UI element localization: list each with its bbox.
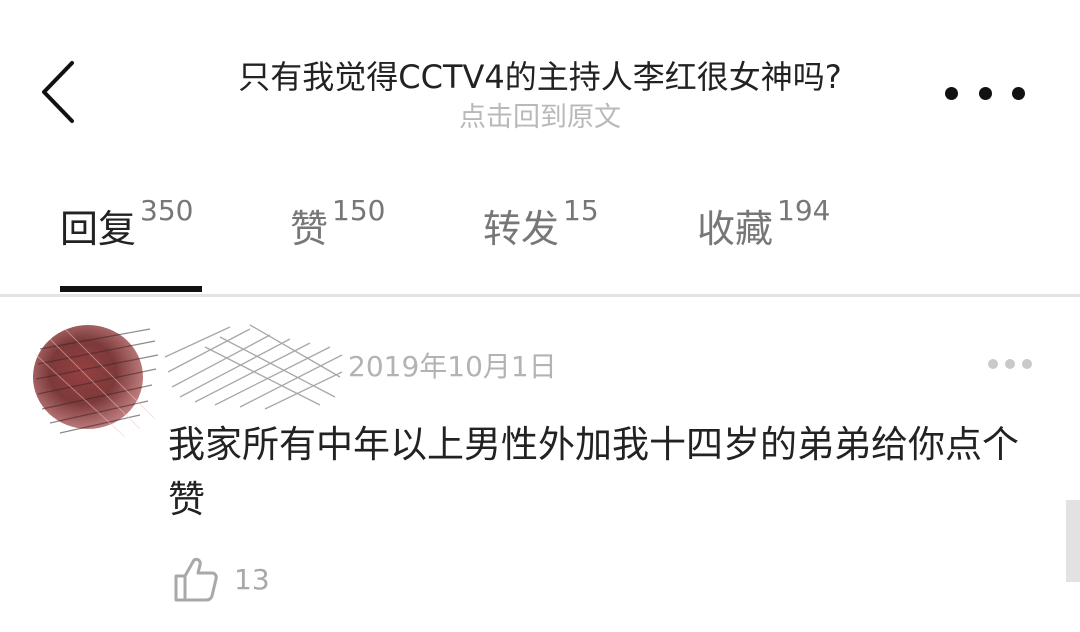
dot-icon <box>1022 359 1032 369</box>
like-button[interactable]: 13 <box>172 549 270 609</box>
dot-icon <box>945 86 958 100</box>
username-redacted[interactable] <box>160 317 345 412</box>
avatar-scribble-image <box>33 325 159 438</box>
comment-item: 2019年10月1日 我家所有中年以上男性外加我十四岁的弟弟给你点个赞 13 <box>0 297 1080 632</box>
tab-count: 350 <box>140 194 194 227</box>
dot-icon <box>1005 359 1015 369</box>
tab-label: 回复 <box>60 207 137 251</box>
tab-count: 194 <box>777 194 831 227</box>
tab-likes[interactable]: 赞 150 <box>290 194 385 253</box>
redaction-scribble <box>164 324 343 410</box>
back-to-original-link[interactable]: 点击回到原文 <box>0 95 1080 134</box>
tab-count: 15 <box>563 194 599 227</box>
avatar[interactable] <box>30 319 160 439</box>
more-options-button[interactable] <box>945 78 1025 108</box>
tab-replies[interactable]: 回复 350 <box>60 194 193 253</box>
dot-icon <box>978 86 992 100</box>
comment-date: 2019年10月1日 <box>348 350 557 383</box>
tab-label: 转发 <box>483 207 560 251</box>
tab-label: 赞 <box>290 207 329 251</box>
active-tab-indicator <box>60 286 202 292</box>
thumbs-up-icon <box>174 557 218 602</box>
comment-text: 我家所有中年以上男性外加我十四岁的弟弟给你点个赞 <box>168 423 1019 521</box>
dot-icon <box>988 359 998 369</box>
tab-label: 收藏 <box>697 207 774 251</box>
comment-more-button[interactable] <box>988 357 1032 371</box>
tab-bar: 回复 350 赞 150 转发 15 收藏 194 <box>0 170 1080 295</box>
dot-icon <box>1012 86 1025 100</box>
tab-favorites[interactable]: 收藏 194 <box>697 194 830 253</box>
top-bar: 只有我觉得CCTV4的主持人李红很女神吗? 点击回到原文 <box>0 0 1080 150</box>
tab-count: 150 <box>332 194 386 227</box>
post-title: 只有我觉得CCTV4的主持人李红很女神吗? <box>238 58 842 96</box>
scrollbar[interactable] <box>1066 500 1080 582</box>
like-count: 13 <box>234 562 270 596</box>
tab-reposts[interactable]: 转发 15 <box>483 194 599 253</box>
